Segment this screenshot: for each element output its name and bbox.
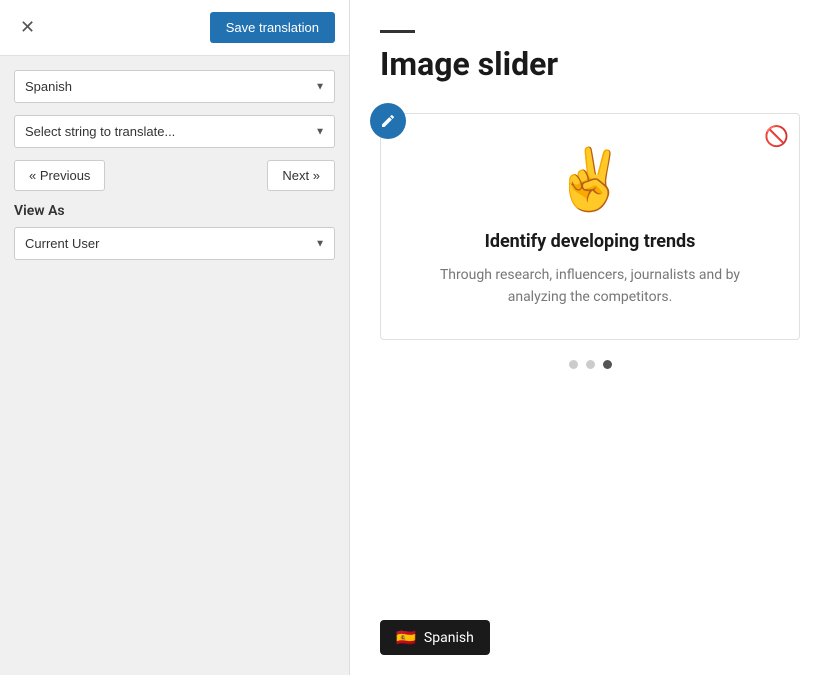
language-select[interactable]: Spanish French German Italian — [14, 70, 335, 103]
slider-dots — [380, 360, 800, 369]
string-select[interactable]: Select string to translate... — [14, 115, 335, 148]
flag-icon: 🇪🇸 — [396, 628, 416, 647]
view-as-select[interactable]: Current User Administrator Guest — [14, 227, 335, 260]
slide-description: Through research, influencers, journalis… — [421, 264, 759, 309]
dot-1[interactable] — [569, 360, 578, 369]
panel-body: Spanish French German Italian Select str… — [0, 56, 349, 274]
title-divider — [380, 30, 415, 33]
slider-container: 🚫 ✌️ Identify developing trends Through … — [380, 113, 800, 369]
no-entry-icon: 🚫 — [764, 124, 789, 148]
slide-title: Identify developing trends — [421, 231, 759, 252]
language-select-wrapper: Spanish French German Italian — [14, 70, 335, 103]
top-bar: ✕ Save translation — [0, 0, 349, 56]
left-panel: ✕ Save translation Spanish French German… — [0, 0, 350, 675]
page-title: Image slider — [380, 45, 805, 83]
pencil-icon — [380, 113, 396, 129]
language-badge: 🇪🇸 Spanish — [380, 620, 490, 655]
view-as-select-wrapper: Current User Administrator Guest — [14, 227, 335, 260]
string-select-wrapper: Select string to translate... — [14, 115, 335, 148]
close-button[interactable]: ✕ — [14, 15, 41, 40]
view-as-section: View As Current User Administrator Guest — [14, 203, 335, 260]
slide-emoji: ✌️ — [421, 144, 759, 215]
edit-slider-button[interactable] — [370, 103, 406, 139]
view-as-label: View As — [14, 203, 335, 219]
dot-2[interactable] — [586, 360, 595, 369]
slider-card: 🚫 ✌️ Identify developing trends Through … — [380, 113, 800, 340]
save-translation-button[interactable]: Save translation — [210, 12, 335, 43]
navigation-buttons: « Previous Next » — [14, 160, 335, 191]
next-button[interactable]: Next » — [267, 160, 335, 191]
right-panel: Image slider 🚫 ✌️ Identify developing tr… — [350, 0, 835, 675]
dot-3[interactable] — [603, 360, 612, 369]
previous-button[interactable]: « Previous — [14, 160, 105, 191]
language-badge-label: Spanish — [424, 630, 474, 646]
